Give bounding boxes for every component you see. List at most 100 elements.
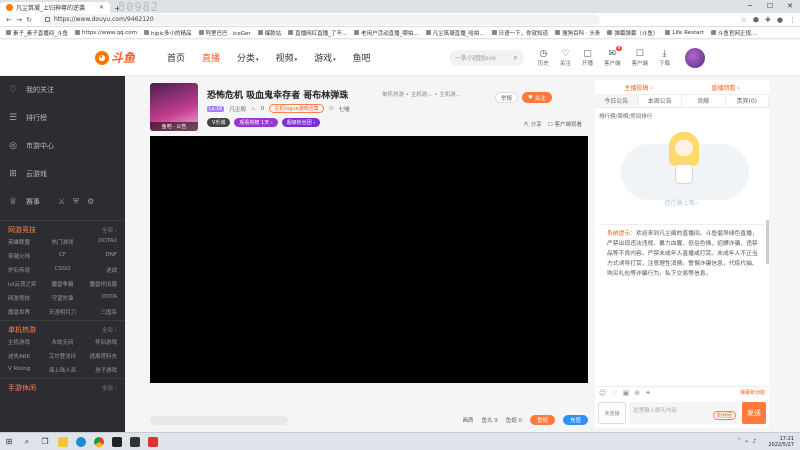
tool-broadcast[interactable]: ▢ 开播 xyxy=(582,49,593,67)
category-link[interactable]: DOTA xyxy=(81,294,117,302)
douyu-app-icon[interactable] xyxy=(148,436,158,447)
charge-button[interactable]: 充值 xyxy=(562,415,588,425)
reload-icon[interactable]: ↻ xyxy=(24,16,34,24)
category-link[interactable]: 逃离塔科夫 xyxy=(81,352,117,360)
bookmark-item[interactable]: https://www.qq.com xyxy=(75,30,137,36)
category-link[interactable]: 孩子游戏 xyxy=(81,366,117,374)
bookmark-item[interactable]: 凡尘筑凝直播_哈拍... xyxy=(425,29,485,37)
star-icon[interactable]: ☆ xyxy=(741,16,747,24)
search-icon[interactable]: ⌕ xyxy=(513,53,517,63)
emoji-icon[interactable]: ☺ xyxy=(599,389,606,397)
minimize-icon[interactable]: ─ xyxy=(740,0,760,13)
bookmark-item[interactable]: hipic多小的精品 xyxy=(143,29,192,37)
category-link[interactable]: CSGO xyxy=(44,266,80,274)
chat-input[interactable]: 这里输入聊天内容 粉丝团 xyxy=(629,402,739,424)
sidebar-item-cloud-game[interactable]: ⊞ 云游戏 xyxy=(0,160,125,188)
category-link[interactable]: V Rising xyxy=(8,366,44,374)
hot-rank-badge[interactable]: 观看热榜 1天 › xyxy=(234,118,278,127)
event-logo-icon[interactable]: ⚔ xyxy=(58,197,65,207)
chevron-up-icon[interactable]: ˄ xyxy=(738,438,741,445)
edge-icon[interactable] xyxy=(76,436,86,447)
chat-scrollbar[interactable] xyxy=(766,220,769,264)
replay-link[interactable]: 直播回看 › xyxy=(682,83,769,92)
section-more-link[interactable]: 全部 › xyxy=(102,226,117,234)
windows-start-icon[interactable]: ⊞ xyxy=(4,437,14,447)
send-button[interactable]: 发送 xyxy=(742,402,766,424)
category-link[interactable]: 魔兽怀旧服 xyxy=(81,280,117,288)
profile-icon[interactable]: ● xyxy=(777,16,783,24)
bookmark-item[interactable]: 老用户活动直播_哪拍... xyxy=(354,29,419,37)
fans-club-button[interactable]: 粉丝团 xyxy=(712,411,736,420)
bookmark-item[interactable]: Life Restart xyxy=(665,30,704,36)
avatar-caption[interactable]: 鱼吧 · 公告 xyxy=(150,122,198,131)
category-link[interactable]: 守望先锋 xyxy=(44,294,80,302)
menu-icon[interactable]: ⋮ xyxy=(789,16,796,24)
network-icon[interactable]: ⌁ xyxy=(745,438,749,445)
tab-contribution[interactable]: 贡献 xyxy=(682,95,726,107)
category-link[interactable]: 迷失ARK xyxy=(8,352,44,360)
maximize-icon[interactable]: ☐ xyxy=(760,0,780,13)
fans-club-badge[interactable]: 超级粉丝团 › xyxy=(281,118,321,127)
search-icon[interactable]: ⌕ xyxy=(22,437,32,447)
back-icon[interactable]: ← xyxy=(4,16,14,24)
category-link[interactable]: 炉石传说 xyxy=(8,266,44,274)
event-logo-icon[interactable]: ⛨ xyxy=(73,197,79,207)
chat-badge[interactable]: 未连接 xyxy=(598,402,626,424)
gift-icon[interactable]: ⊕ xyxy=(634,389,640,397)
bookmark-item[interactable]: 素子_素子直播间_斗鱼 xyxy=(6,29,68,37)
browser-tab[interactable]: 凡尘筑凝_上归神尊的逆袭 ✕ xyxy=(0,2,110,13)
task-view-icon[interactable]: ❐ xyxy=(40,437,50,447)
url-field[interactable]: https://www.douyu.com/9462120 xyxy=(40,14,600,25)
terminal-icon[interactable] xyxy=(130,436,140,447)
danmu-input[interactable] xyxy=(150,415,288,425)
category-link[interactable]: 天涯明月刀 xyxy=(44,308,80,316)
close-tab-icon[interactable]: ✕ xyxy=(99,4,104,11)
tool-history[interactable]: ◷ 历史 xyxy=(538,49,549,67)
nav-yuba[interactable]: 鱼吧 xyxy=(353,51,371,64)
category-link[interactable]: 逆战 xyxy=(81,266,117,274)
image-icon[interactable]: ▣ xyxy=(623,389,630,397)
anchor-avatar[interactable]: 鱼吧 · 公告 xyxy=(150,83,198,131)
nav-game[interactable]: 游戏 xyxy=(314,51,336,64)
anchor-name[interactable]: 凡尘阁 xyxy=(229,105,246,113)
category-link[interactable]: CF xyxy=(44,252,80,260)
tool-follow[interactable]: ♡ 关注 xyxy=(560,49,571,67)
category-link[interactable]: 魔兽争霸 xyxy=(44,280,80,288)
category-link[interactable]: 魔兽世界 xyxy=(8,308,44,316)
category-link[interactable]: 怀旧游戏 xyxy=(81,338,117,346)
tab-vip[interactable]: 贵宾(0) xyxy=(726,95,769,107)
sidebar-item-follow[interactable]: ♡ 我的关注 xyxy=(0,76,125,104)
section-more-link[interactable]: 全部 › xyxy=(102,384,117,392)
sidebar-item-events[interactable]: ♕ 赛事 ⚔ ⛨ ⚙ xyxy=(0,188,125,216)
video-player[interactable] xyxy=(150,136,588,383)
tab-today[interactable]: 今日公告 xyxy=(595,95,639,107)
section-more-link[interactable]: 全部 › xyxy=(102,326,117,334)
site-search-input[interactable]: 一条小团团ovo ⌕ xyxy=(448,49,524,66)
nav-home[interactable]: 首页 xyxy=(167,51,185,64)
follow-button[interactable]: ♥ 关注 xyxy=(522,92,552,103)
room-tag[interactable]: 主机rogue游戏合集 xyxy=(269,104,324,113)
category-link[interactable]: 海上陆人杀 xyxy=(44,366,80,374)
category-link[interactable]: DOTA2 xyxy=(81,238,117,246)
nav-category[interactable]: 分类 xyxy=(237,51,259,64)
extension-icon[interactable]: ⬢ xyxy=(753,16,759,24)
tool-message[interactable]: ✉ 客户端 8 xyxy=(604,45,623,67)
category-link[interactable]: DNF xyxy=(81,252,117,260)
category-link[interactable]: 永劫无间 xyxy=(44,338,80,346)
category-link[interactable]: 三国杀 xyxy=(81,308,117,316)
danmu-feature-link[interactable]: 弹幕新功能 xyxy=(740,389,765,396)
category-link[interactable]: 英雄联盟 xyxy=(8,238,44,246)
bookmark-item[interactable]: 弹幕弹幕（斗鱼） xyxy=(607,29,658,37)
room-category[interactable]: 单机热游 • 主机游... • 主机游... xyxy=(382,90,461,98)
bookmark-item[interactable]: 日语一下，你就知道 xyxy=(491,29,548,37)
puzzle-icon[interactable]: ✚ xyxy=(765,16,771,24)
category-link[interactable]: lol云顶之弈 xyxy=(8,280,44,288)
vip-badge[interactable]: V乐城 xyxy=(207,118,231,127)
forward-icon[interactable]: → xyxy=(14,16,24,24)
anchor-submit-link[interactable]: 主播投稿 › xyxy=(595,83,682,92)
bookmark-item[interactable]: 爆款站 xyxy=(257,29,281,37)
nav-video[interactable]: 视频 xyxy=(276,51,298,64)
nav-live[interactable]: 直播 xyxy=(202,51,220,64)
site-logo[interactable]: ◕ 斗鱼 xyxy=(95,47,155,69)
bookmark-item[interactable]: 搜狗百科 · 头条 xyxy=(555,29,600,37)
